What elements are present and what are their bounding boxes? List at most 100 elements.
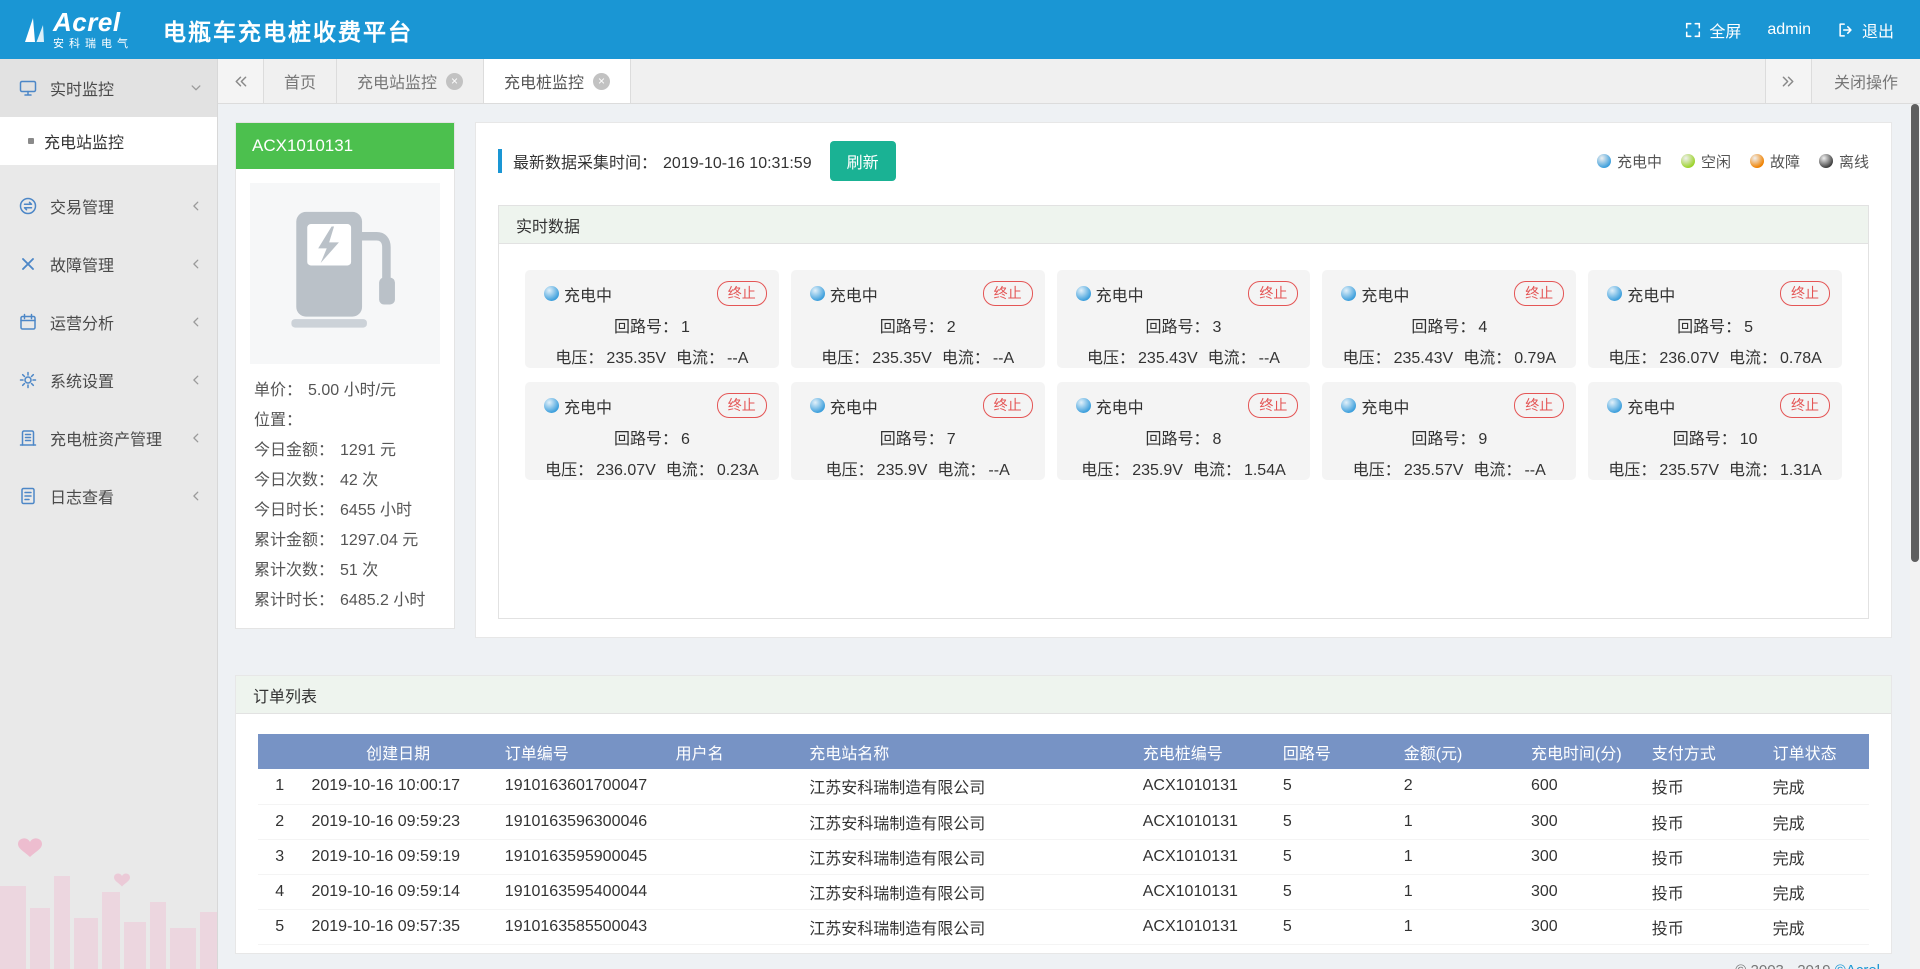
- scrollbar[interactable]: [1910, 104, 1920, 969]
- stop-button[interactable]: 终止: [1248, 393, 1298, 418]
- current-value: --A: [1524, 462, 1545, 479]
- order-pay-method: 投币: [1642, 839, 1763, 874]
- order-pay-method: 投币: [1642, 804, 1763, 839]
- stat-label: 今日金额：: [254, 436, 334, 466]
- logout-button[interactable]: 退出: [1837, 18, 1894, 42]
- current-label: 电流：: [676, 350, 724, 367]
- circuit-value: 6: [681, 431, 690, 448]
- current-value: --A: [1259, 350, 1280, 367]
- tab-close-icon[interactable]: ×: [446, 73, 463, 90]
- channel-metrics-line: 电压：235.9V电流：1.54A: [1069, 456, 1299, 480]
- stop-button[interactable]: 终止: [983, 281, 1033, 306]
- channel-status-label: 充电中: [1096, 394, 1144, 418]
- sidebar-item-pile-asset-management[interactable]: 充电桩资产管理: [0, 409, 217, 467]
- order-index: 5: [258, 909, 301, 944]
- order-row: 4 2019-10-16 09:59:14 1910163595400044 江…: [258, 874, 1869, 909]
- channel-circuit-line: 回路号：10: [1600, 425, 1830, 449]
- stop-button[interactable]: 终止: [717, 393, 767, 418]
- stat-value: 1297.04 元: [340, 526, 418, 556]
- stop-button[interactable]: 终止: [1780, 393, 1830, 418]
- stat-label: 累计次数：: [254, 556, 334, 586]
- circuit-value: 10: [1740, 431, 1758, 448]
- current-label: 电流：: [1463, 350, 1511, 367]
- tabs-scroll-left-button[interactable]: [218, 59, 264, 103]
- tab-pile-monitor[interactable]: 充电桩监控 ×: [484, 59, 631, 103]
- sidebar-item-transaction-management[interactable]: 交易管理: [0, 177, 217, 235]
- current-label: 电流：: [1208, 350, 1256, 367]
- order-amount: 1: [1394, 839, 1521, 874]
- order-number: 1910163596300046: [495, 804, 666, 839]
- copyright-footer: © 2003 - 2019 ©Acrel: [235, 954, 1892, 969]
- stop-button[interactable]: 终止: [1514, 281, 1564, 306]
- legend-fault: 故障: [1750, 151, 1800, 172]
- channel-status: 充电中: [1341, 394, 1409, 418]
- order-station: 江苏安科瑞制造有限公司: [799, 769, 1132, 804]
- column-header: 支付方式: [1642, 734, 1763, 769]
- channel-status: 充电中: [1076, 282, 1144, 306]
- status-dot-icon: [1607, 286, 1622, 301]
- tab-bar: 首页 充电站监控 × 充电桩监控 × 关闭操作: [218, 59, 1920, 104]
- order-duration: 300: [1521, 839, 1642, 874]
- sidebar-item-label: 交易管理: [50, 194, 114, 218]
- sidebar-item-charging-station-monitor[interactable]: 充电站监控: [0, 117, 217, 165]
- current-value: 0.23A: [717, 462, 759, 479]
- tools-icon: [18, 254, 38, 274]
- stat-row: 今日次数： 42 次: [254, 466, 436, 496]
- orders-section-title: 订单列表: [236, 676, 1891, 714]
- channel-circuit-line: 回路号：9: [1334, 425, 1564, 449]
- sidebar-item-system-settings[interactable]: 系统设置: [0, 351, 217, 409]
- orders-table-header-row: 创建日期 订单编号 用户名 充电站名称 充电桩编号: [258, 734, 1869, 769]
- legend-offline: 离线: [1819, 151, 1869, 172]
- voltage-value: 236.07V: [1659, 350, 1719, 367]
- order-index: 4: [258, 874, 301, 909]
- transaction-icon: [18, 196, 38, 216]
- channel-circuit-line: 回路号：6: [537, 425, 767, 449]
- sidebar-subitem-label: 充电站监控: [44, 129, 124, 153]
- order-pay-method: 投币: [1642, 874, 1763, 909]
- collect-time-value: 2019-10-16 10:31:59: [663, 155, 812, 172]
- channel-card: 充电中 终止 回路号：9 电压：235.57V电流：--A: [1322, 382, 1576, 480]
- order-pile-id: ACX1010131: [1133, 874, 1273, 909]
- sidebar: 实时监控 充电站监控 交易管理: [0, 59, 218, 969]
- order-pile-id: ACX1010131: [1133, 839, 1273, 874]
- circuit-label: 回路号：: [614, 319, 678, 336]
- sidebar-item-fault-management[interactable]: 故障管理: [0, 235, 217, 293]
- circuit-value: 7: [947, 431, 956, 448]
- current-value: --A: [988, 462, 1009, 479]
- username-label: admin: [1767, 21, 1811, 39]
- stop-button[interactable]: 终止: [1514, 393, 1564, 418]
- channel-metrics-line: 电压：236.07V电流：0.78A: [1600, 344, 1830, 368]
- order-duration: 300: [1521, 804, 1642, 839]
- stop-button[interactable]: 终止: [983, 393, 1033, 418]
- current-label: 电流：: [666, 462, 714, 479]
- stop-button[interactable]: 终止: [1780, 281, 1830, 306]
- column-header: 金额(元): [1394, 734, 1521, 769]
- user-menu[interactable]: admin: [1767, 21, 1811, 39]
- channel-status-label: 充电中: [564, 282, 612, 306]
- stop-button[interactable]: 终止: [1248, 281, 1298, 306]
- sidebar-item-operation-analysis[interactable]: 运营分析: [0, 293, 217, 351]
- channel-status: 充电中: [1607, 282, 1675, 306]
- sidebar-item-label: 日志查看: [50, 484, 114, 508]
- stat-row: 位置：: [254, 406, 436, 436]
- tab-close-icon[interactable]: ×: [593, 73, 610, 90]
- refresh-button[interactable]: 刷新: [830, 141, 896, 181]
- voltage-value: 235.35V: [606, 350, 666, 367]
- order-number: 1910163595400044: [495, 874, 666, 909]
- tab-home[interactable]: 首页: [264, 59, 337, 103]
- tabs-scroll-right-button[interactable]: [1765, 59, 1811, 103]
- stop-button[interactable]: 终止: [717, 281, 767, 306]
- close-operations-button[interactable]: 关闭操作: [1811, 59, 1920, 103]
- sidebar-item-log-view[interactable]: 日志查看: [0, 467, 217, 525]
- column-header: 用户名: [666, 734, 800, 769]
- tab-station-monitor[interactable]: 充电站监控 ×: [337, 59, 484, 103]
- orders-panel: 订单列表 创建日期: [235, 675, 1892, 954]
- circuit-label: 回路号：: [1673, 431, 1737, 448]
- sidebar-item-realtime-monitor[interactable]: 实时监控: [0, 59, 217, 117]
- fullscreen-button[interactable]: 全屏: [1684, 18, 1741, 42]
- logout-icon: [1837, 21, 1855, 39]
- brand-link[interactable]: ©Acrel: [1835, 962, 1880, 969]
- scrollbar-thumb[interactable]: [1911, 104, 1919, 562]
- acrel-logo: Acrel 安科瑞电气: [22, 9, 133, 50]
- channel-card: 充电中 终止 回路号：2 电压：235.35V电流：--A: [791, 270, 1045, 368]
